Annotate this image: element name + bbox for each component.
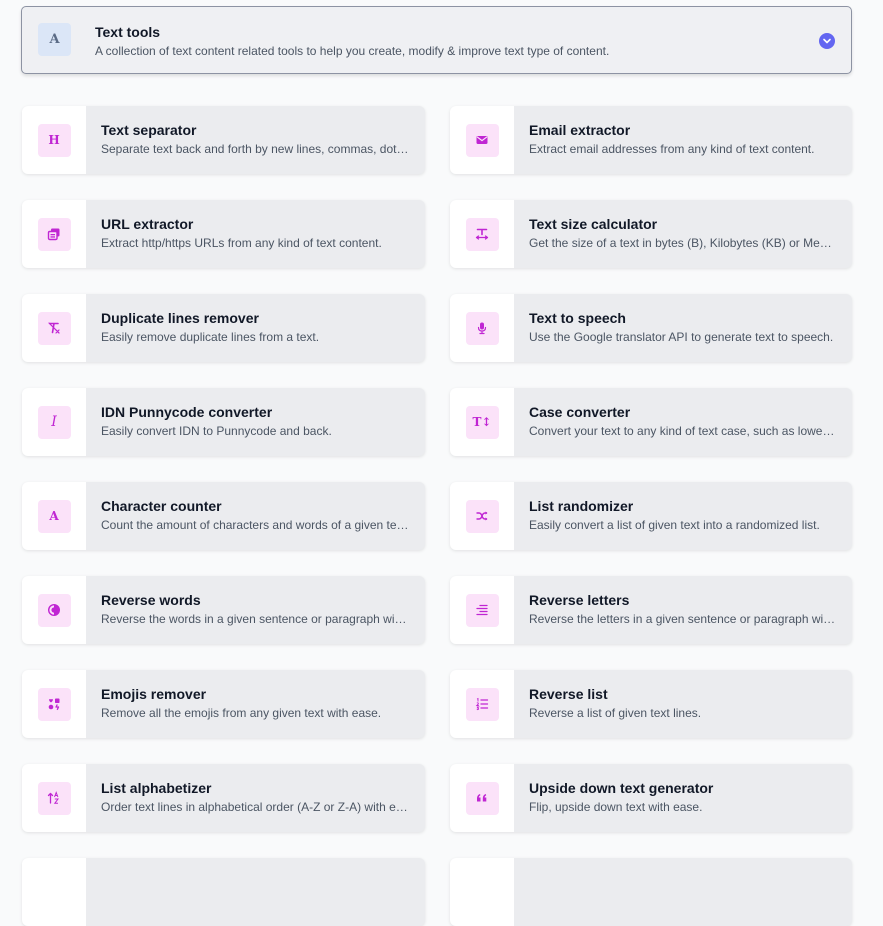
- tool-card[interactable]: URL extractor Extract http/https URLs fr…: [22, 200, 425, 268]
- tool-title: List alphabetizer: [101, 780, 212, 796]
- tool-card[interactable]: H Text separator Separate text back and …: [22, 106, 425, 174]
- tool-description: Convert your text to any kind of text ca…: [529, 424, 836, 438]
- tool-title: Character counter: [101, 498, 222, 514]
- icons-icon: [37, 687, 71, 721]
- tool-title: Emojis remover: [101, 686, 207, 702]
- tool-card[interactable]: Reverse words Reverse the words in a giv…: [22, 576, 425, 644]
- tool-title: Upside down text generator: [529, 780, 714, 796]
- tool-card[interactable]: Reverse letters Reverse the letters in a…: [450, 576, 852, 644]
- microphone-icon: [465, 311, 499, 345]
- tool-description: Separate text back and forth by new line…: [101, 142, 409, 156]
- sort-alpha-icon: [37, 781, 71, 815]
- tool-description: Reverse a list of given text lines.: [529, 706, 702, 720]
- category-description: A collection of text content related too…: [95, 44, 610, 58]
- tool-title: URL extractor: [101, 216, 194, 232]
- chevron-down-icon[interactable]: [819, 33, 835, 49]
- tool-description: Easily convert IDN to Punnycode and back…: [101, 424, 332, 438]
- tool-card[interactable]: List randomizer Easily convert a list of…: [450, 482, 852, 550]
- tool-description: Easily remove duplicate lines from a tex…: [101, 330, 320, 344]
- tool-title: List randomizer: [529, 498, 634, 514]
- tool-card[interactable]: I IDN Punnycode converter Easily convert…: [22, 388, 425, 456]
- tool-title: Text size calculator: [529, 216, 658, 232]
- tool-card[interactable]: Text to speech Use the Google translator…: [450, 294, 852, 362]
- tool-title: IDN Punnycode converter: [101, 404, 273, 420]
- category-title: Text tools: [95, 24, 161, 40]
- remove-format-icon: [37, 311, 71, 345]
- tool-title: Text to speech: [529, 310, 626, 326]
- tool-card[interactable]: Duplicate lines remover Easily remove du…: [22, 294, 425, 362]
- tool-description: Flip, upside down text with ease.: [529, 800, 703, 814]
- tool-description: Extract http/https URLs from any kind of…: [101, 236, 382, 250]
- adjust-icon: [37, 593, 71, 627]
- tool-title: Case converter: [529, 404, 631, 420]
- tool-description: Reverse the words in a given sentence or…: [101, 612, 409, 626]
- tool-title: Email extractor: [529, 122, 631, 138]
- tool-description: Reverse the letters in a given sentence …: [529, 612, 836, 626]
- tool-card[interactable]: Reverse list Reverse a list of given tex…: [450, 670, 852, 738]
- tool-card[interactable]: Emojis remover Remove all the emojis fro…: [22, 670, 425, 738]
- quote-left-icon: [465, 781, 499, 815]
- tool-title: Reverse list: [529, 686, 608, 702]
- tool-card-partial[interactable]: [22, 858, 425, 926]
- tool-title: Duplicate lines remover: [101, 310, 259, 326]
- tool-description: Order text lines in alphabetical order (…: [101, 800, 409, 814]
- tool-title: Reverse words: [101, 592, 201, 608]
- tool-description: Remove all the emojis from any given tex…: [101, 706, 382, 720]
- tool-title: Text separator: [101, 122, 197, 138]
- font-icon: A: [38, 23, 71, 56]
- tool-description: Count the amount of characters and words…: [101, 518, 409, 532]
- envelope-icon: [465, 123, 499, 157]
- shuffle-icon: [465, 499, 499, 533]
- heading-icon: H: [37, 123, 71, 157]
- italic-icon: I: [37, 405, 71, 439]
- tool-description: Easily convert a list of given text into…: [529, 518, 820, 532]
- copy-link-icon: [37, 217, 71, 251]
- tool-title: Reverse letters: [529, 592, 630, 608]
- category-header[interactable]: A Text tools A collection of text conten…: [21, 6, 852, 74]
- tools-grid: H Text separator Separate text back and …: [22, 106, 852, 926]
- tool-card[interactable]: List alphabetizer Order text lines in al…: [22, 764, 425, 832]
- tool-description: Get the size of a text in bytes (B), Kil…: [529, 236, 836, 250]
- tool-card[interactable]: A Character counter Count the amount of …: [22, 482, 425, 550]
- tool-card[interactable]: Upside down text generator Flip, upside …: [450, 764, 852, 832]
- tool-description: Extract email addresses from any kind of…: [529, 142, 815, 156]
- tool-card[interactable]: Email extractor Extract email addresses …: [450, 106, 852, 174]
- list-ol-icon: [465, 687, 499, 721]
- text-height-icon: T↕: [465, 405, 499, 439]
- font-icon: A: [37, 499, 71, 533]
- align-right-icon: [465, 593, 499, 627]
- tool-card-partial[interactable]: [450, 858, 852, 926]
- tool-card[interactable]: Text size calculator Get the size of a t…: [450, 200, 852, 268]
- tool-card[interactable]: T↕ Case converter Convert your text to a…: [450, 388, 852, 456]
- tool-description: Use the Google translator API to generat…: [529, 330, 834, 344]
- text-width-icon: [465, 217, 499, 251]
